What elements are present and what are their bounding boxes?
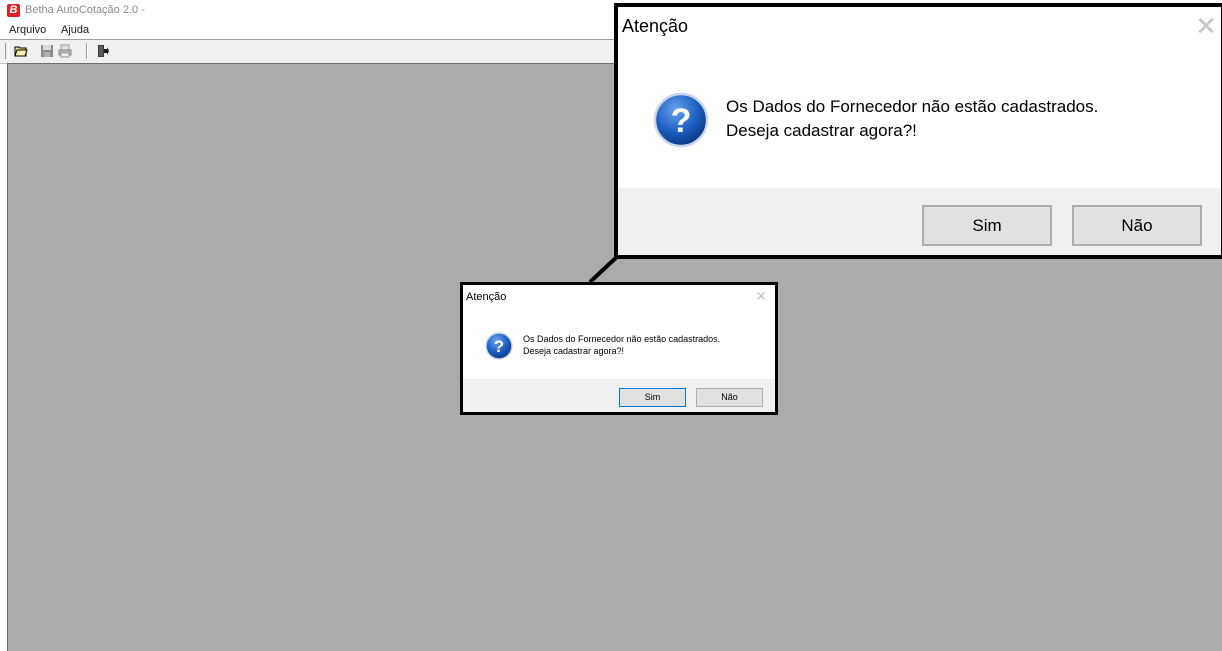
app-logo: B — [7, 4, 20, 17]
confirm-dialog: Atenção ✕ ? Os Dados do Fornecedor não e… — [460, 282, 778, 415]
no-button[interactable]: Não — [696, 388, 763, 407]
dialog-message-line1: Os Dados do Fornecedor não estão cadastr… — [523, 334, 721, 344]
window-title: Betha AutoCotação 2.0 - — [25, 4, 145, 16]
zoomed-no-button[interactable]: Não — [1072, 205, 1202, 246]
zoomed-dialog-message-line1: Os Dados do Fornecedor não estão cadastr… — [726, 97, 1099, 116]
exit-door-icon — [98, 45, 109, 57]
print-icon — [58, 44, 72, 58]
print-button[interactable] — [56, 42, 74, 60]
zoomed-yes-button[interactable]: Sim — [922, 205, 1052, 246]
question-icon: ? — [485, 332, 513, 360]
exit-button[interactable] — [94, 42, 112, 60]
close-icon[interactable]: ✕ — [755, 288, 767, 305]
toolbar-grip[interactable] — [5, 43, 9, 59]
toolbar-separator — [86, 43, 87, 59]
svg-text:?: ? — [494, 337, 504, 356]
open-folder-icon — [14, 46, 28, 57]
open-button[interactable] — [12, 42, 30, 60]
yes-button[interactable]: Sim — [619, 388, 686, 407]
zoomed-close-icon[interactable]: ✕ — [1195, 11, 1217, 42]
zoomed-dialog-title: Atenção — [622, 16, 689, 36]
save-button[interactable] — [38, 42, 56, 60]
dialog-title: Atenção — [466, 291, 507, 303]
zoomed-confirm-dialog: Atenção ✕ ? Os Dados do Fornecedor não e… — [614, 3, 1222, 259]
dialog-message-line2: Deseja cadastrar agora?! — [523, 346, 625, 356]
menu-arquivo[interactable]: Arquivo — [9, 24, 46, 36]
svg-text:?: ? — [671, 102, 692, 140]
zoomed-question-icon: ? — [653, 92, 709, 148]
zoomed-dialog-message-line2: Deseja cadastrar agora?! — [726, 121, 917, 140]
zoomed-dialog-message: Os Dados do Fornecedor não estão cadastr… — [726, 95, 1098, 143]
dialog-message: Os Dados do Fornecedor não estão cadastr… — [523, 333, 720, 357]
save-icon — [41, 45, 53, 57]
menu-ajuda[interactable]: Ajuda — [61, 24, 89, 36]
